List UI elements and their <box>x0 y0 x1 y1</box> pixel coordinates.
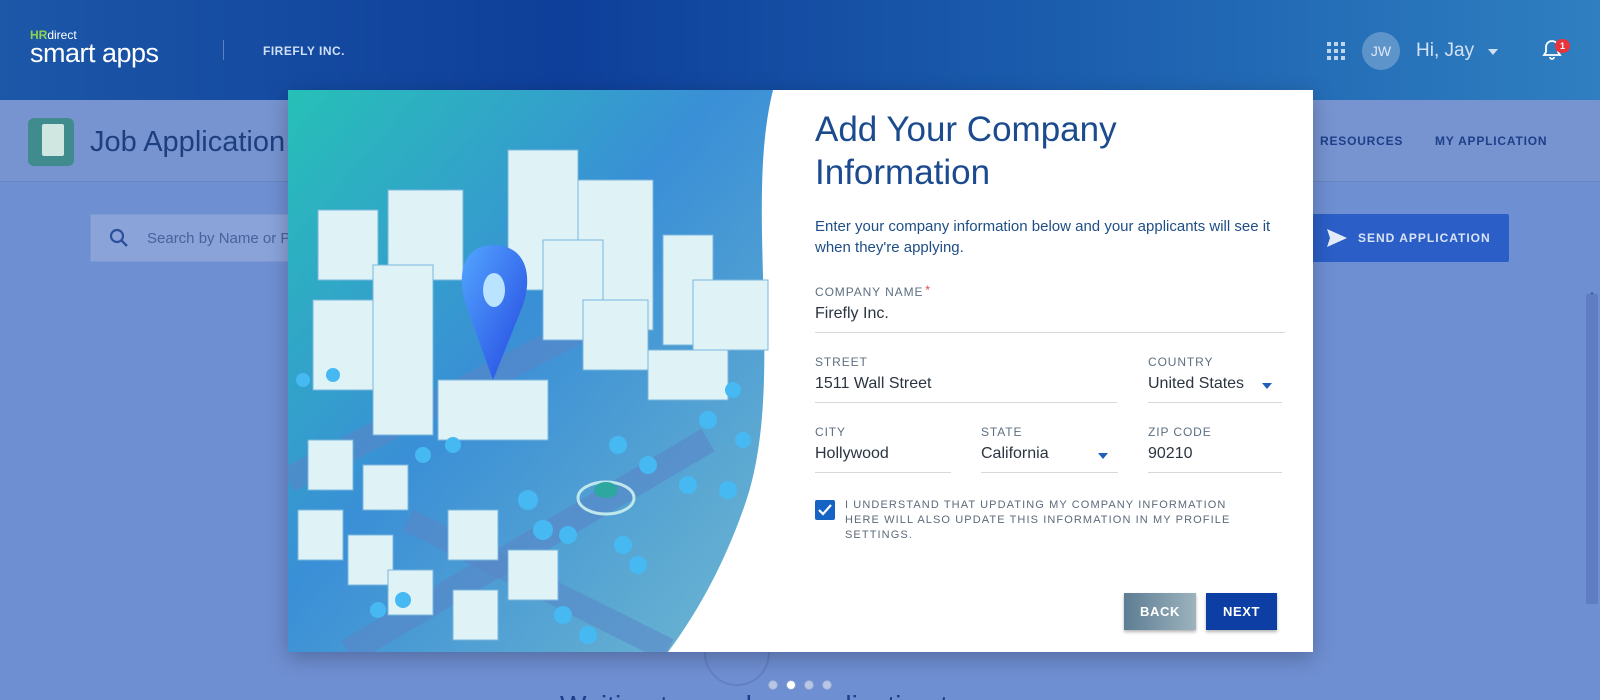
send-application-label: SEND APPLICATION <box>1358 231 1491 245</box>
company-name-label: FIREFLY INC. <box>263 44 346 58</box>
company-name-value[interactable]: Firefly Inc. <box>815 305 889 323</box>
state-label: STATE <box>981 425 1023 439</box>
background-heading: Waiting to send an application to <box>560 690 964 700</box>
top-navigation-bar: HRdirect smart apps FIREFLY INC. JW Hi, … <box>0 0 1600 100</box>
page-title: Job Application <box>90 126 286 158</box>
checkmark-icon <box>818 504 832 516</box>
header-divider <box>223 40 224 60</box>
company-name-field[interactable]: COMPANY NAME * Firefly Inc. <box>815 283 1285 333</box>
modal-title: Add Your Company Information <box>815 110 1117 192</box>
street-label: STREET <box>815 355 868 369</box>
nav-resources[interactable]: RESOURCES <box>1320 134 1403 148</box>
zip-code-label: ZIP CODE <box>1148 425 1212 439</box>
scrollbar[interactable] <box>1586 294 1598 604</box>
search-icon <box>109 228 128 247</box>
search-input[interactable]: Search by Name or Po <box>90 214 299 262</box>
country-label: COUNTRY <box>1148 355 1214 369</box>
pagination-dot[interactable] <box>804 680 814 690</box>
city-map-illustration <box>288 90 773 652</box>
city-field[interactable]: CITY Hollywood <box>815 423 951 473</box>
required-asterisk: * <box>925 283 931 297</box>
user-greeting[interactable]: Hi, Jay <box>1416 40 1474 62</box>
notification-badge: 1 <box>1555 39 1570 53</box>
confirm-checkbox-label[interactable]: I UNDERSTAND THAT UPDATING MY COMPANY IN… <box>845 498 1265 543</box>
avatar[interactable]: JW <box>1362 32 1400 70</box>
state-select[interactable]: STATE California <box>981 423 1118 473</box>
country-value[interactable]: United States <box>1148 375 1244 393</box>
street-value[interactable]: 1511 Wall Street <box>815 375 932 393</box>
chevron-down-icon[interactable] <box>1488 49 1498 55</box>
zip-code-value[interactable]: 90210 <box>1148 445 1193 463</box>
next-button[interactable]: NEXT <box>1206 593 1277 630</box>
nav-my-application[interactable]: MY APPLICATION <box>1435 134 1547 148</box>
job-application-app-icon <box>28 118 74 166</box>
step-pagination <box>768 680 832 690</box>
company-info-modal: Add Your Company Information Enter your … <box>288 90 1313 652</box>
apps-grid-icon[interactable] <box>1327 42 1345 60</box>
city-label: CITY <box>815 425 846 439</box>
pagination-dot[interactable] <box>822 680 832 690</box>
chevron-down-icon[interactable] <box>1262 383 1272 389</box>
zip-code-field[interactable]: ZIP CODE 90210 <box>1148 423 1282 473</box>
company-info-form: Add Your Company Information Enter your … <box>815 90 1285 652</box>
pagination-dot-active[interactable] <box>786 680 796 690</box>
back-button[interactable]: BACK <box>1124 593 1196 630</box>
street-field[interactable]: STREET 1511 Wall Street <box>815 353 1117 403</box>
chevron-down-icon[interactable] <box>1098 453 1108 459</box>
city-value[interactable]: Hollywood <box>815 445 889 463</box>
logo-name: smart apps <box>30 38 159 68</box>
confirm-checkbox[interactable] <box>815 500 835 520</box>
company-name-label: COMPANY NAME <box>815 285 924 299</box>
send-application-button[interactable]: SEND APPLICATION <box>1312 214 1509 262</box>
send-icon <box>1327 229 1347 247</box>
state-value[interactable]: California <box>981 445 1049 463</box>
pagination-dot[interactable] <box>768 680 778 690</box>
country-select[interactable]: COUNTRY United States <box>1148 353 1282 403</box>
search-placeholder: Search by Name or Po <box>147 230 299 247</box>
modal-description: Enter your company information below and… <box>815 218 1271 256</box>
